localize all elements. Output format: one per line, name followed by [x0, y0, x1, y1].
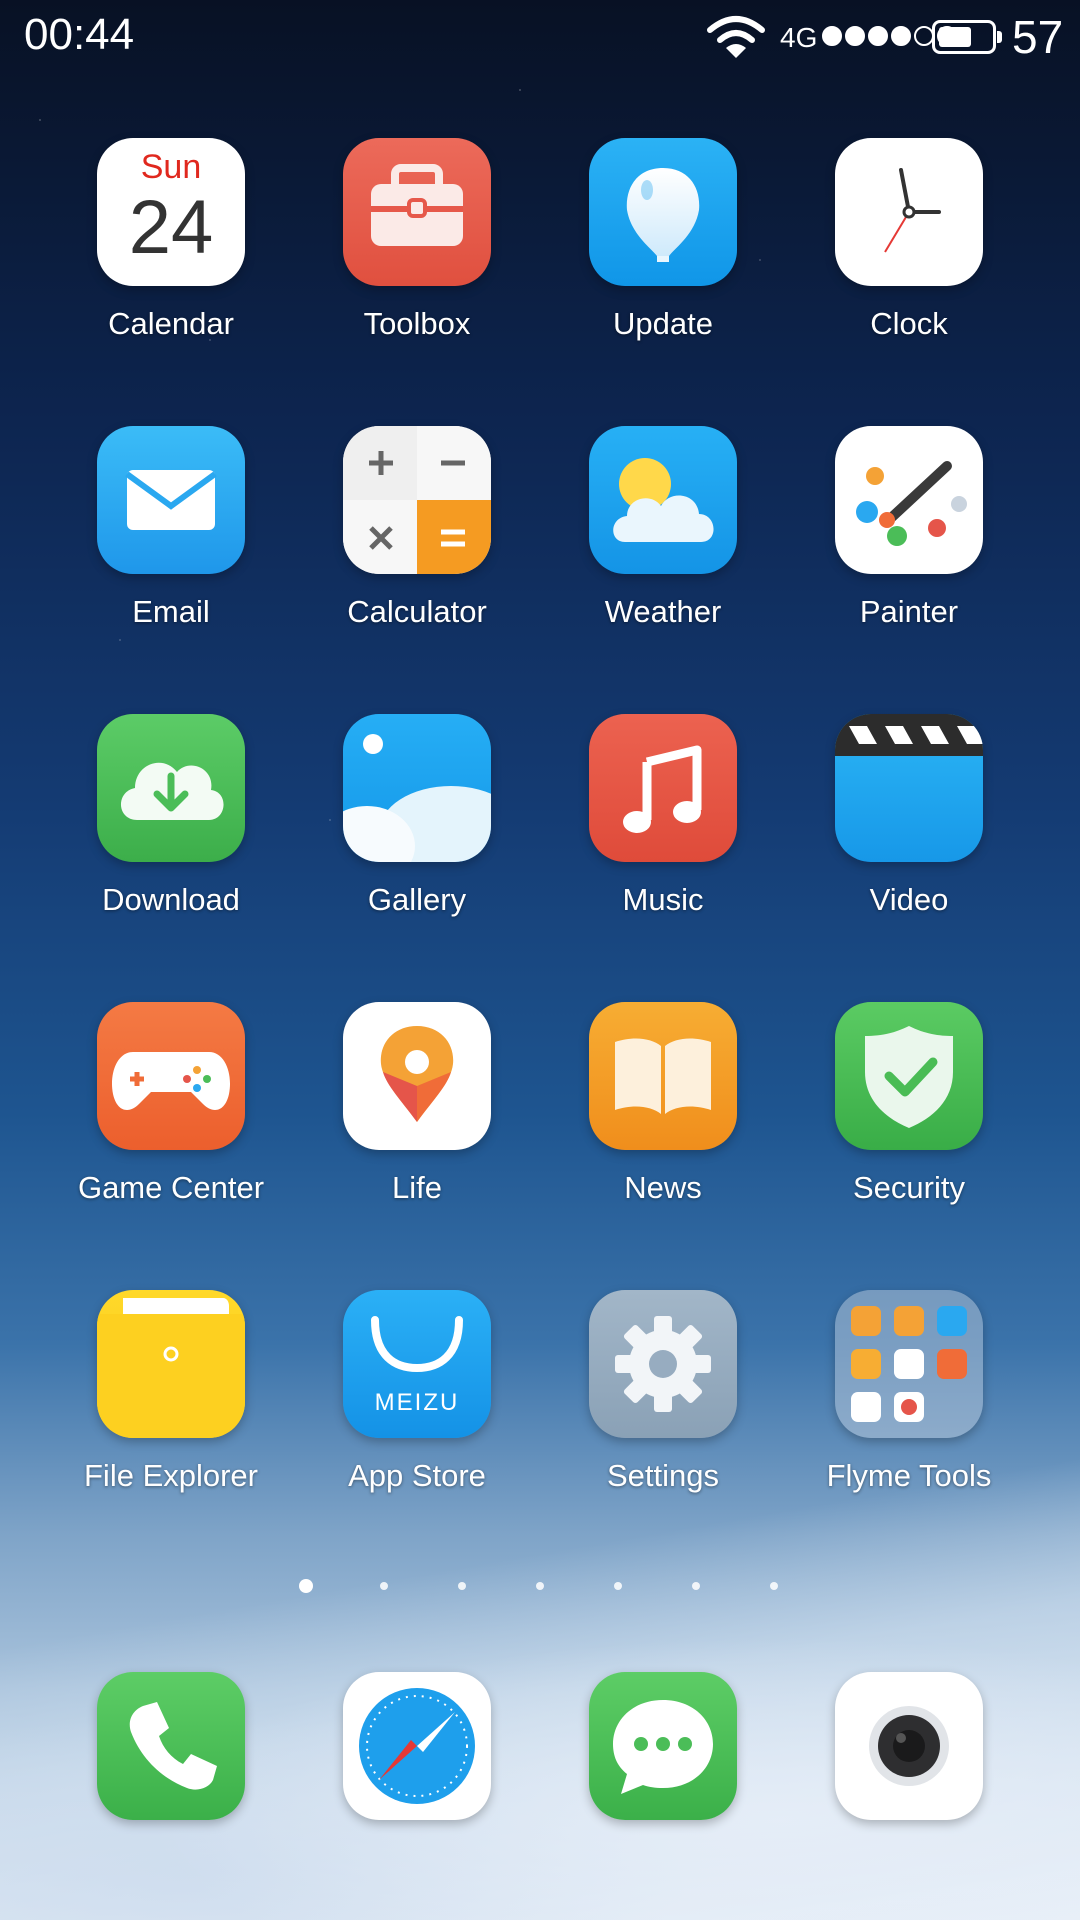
- app-news[interactable]: News: [540, 1002, 786, 1290]
- cloud-download-icon: [97, 714, 245, 862]
- gallery-icon: [343, 714, 491, 862]
- status-bar: 00:44 4G 57: [0, 0, 1080, 72]
- app-label: Video: [869, 882, 949, 917]
- app-label: Security: [853, 1170, 965, 1205]
- battery-level: 57: [1012, 11, 1064, 63]
- page-dot-active[interactable]: [299, 1579, 313, 1593]
- meizu-logo-text: MEIZU: [375, 1389, 460, 1416]
- briefcase-icon: [343, 138, 491, 286]
- chat-bubble-icon: [589, 1672, 737, 1820]
- sun-cloud-icon: [589, 426, 737, 574]
- balloon-icon: [589, 138, 737, 286]
- app-label: Calendar: [108, 306, 234, 341]
- open-book-icon: [589, 1002, 737, 1150]
- app-email[interactable]: Email: [48, 426, 294, 714]
- app-video[interactable]: Video: [786, 714, 1032, 1002]
- signal-dot: [914, 26, 934, 46]
- status-time: 00:44: [24, 10, 135, 59]
- app-label: Download: [102, 882, 240, 917]
- page-dot[interactable]: [380, 1582, 388, 1590]
- app-app-store[interactable]: MEIZU App Store: [294, 1290, 540, 1578]
- app-label: Game Center: [77, 1170, 265, 1205]
- compass-icon: [343, 1672, 491, 1820]
- app-calendar[interactable]: Sun 24 Calendar: [48, 138, 294, 426]
- network-type: 4G: [780, 22, 818, 53]
- app-gallery[interactable]: Gallery: [294, 714, 540, 1002]
- app-label: Painter: [859, 594, 959, 629]
- music-note-icon: [589, 714, 737, 862]
- app-label: Weather: [604, 594, 722, 629]
- app-label: Email: [132, 594, 210, 629]
- wifi-icon: [706, 14, 766, 60]
- calendar-icon: Sun 24: [97, 138, 245, 286]
- signal-dot: [868, 26, 888, 46]
- app-label: Gallery: [367, 882, 467, 917]
- page-dot[interactable]: [770, 1582, 778, 1590]
- app-weather[interactable]: Weather: [540, 426, 786, 714]
- shield-check-icon: [835, 1002, 983, 1150]
- app-label: Music: [622, 882, 704, 917]
- app-label: Flyme Tools: [826, 1458, 992, 1493]
- shopping-bag-icon: MEIZU: [343, 1290, 491, 1438]
- app-security[interactable]: Security: [786, 1002, 1032, 1290]
- camera-lens-icon: [835, 1672, 983, 1820]
- app-clock[interactable]: Clock: [786, 138, 1032, 426]
- app-label: Update: [613, 306, 713, 341]
- app-label: Calculator: [347, 594, 487, 629]
- app-label: Settings: [606, 1458, 719, 1493]
- signal-dot: [822, 26, 842, 46]
- app-download[interactable]: Download: [48, 714, 294, 1002]
- calendar-date: 24: [128, 185, 214, 270]
- app-grid: Sun 24 Calendar Toolbox Update Clock Ema…: [0, 138, 1080, 1578]
- dock-messages[interactable]: [540, 1672, 786, 1820]
- app-label: News: [624, 1170, 702, 1205]
- folder-icon: [97, 1290, 245, 1438]
- location-pin-icon: [343, 1002, 491, 1150]
- gamepad-icon: [97, 1002, 245, 1150]
- app-music[interactable]: Music: [540, 714, 786, 1002]
- dock: [0, 1672, 1080, 1820]
- envelope-icon: [97, 426, 245, 574]
- page-dot[interactable]: [536, 1582, 544, 1590]
- app-folder-icon: [835, 1290, 983, 1438]
- calculator-icon: [343, 426, 491, 574]
- app-label: Clock: [870, 306, 948, 341]
- paint-brush-icon: [835, 426, 983, 574]
- app-game-center[interactable]: Game Center: [48, 1002, 294, 1290]
- app-label: Toolbox: [363, 306, 471, 341]
- app-file-explorer[interactable]: File Explorer: [48, 1290, 294, 1578]
- battery-icon: [932, 20, 1002, 54]
- app-life[interactable]: Life: [294, 1002, 540, 1290]
- gear-icon: [589, 1290, 737, 1438]
- page-dot[interactable]: [692, 1582, 700, 1590]
- app-label: App Store: [348, 1458, 486, 1493]
- clock-icon: [835, 138, 983, 286]
- app-label: File Explorer: [84, 1458, 258, 1493]
- dock-browser[interactable]: [294, 1672, 540, 1820]
- page-indicator: [0, 1576, 1080, 1596]
- app-label: Life: [392, 1170, 442, 1205]
- page-dot[interactable]: [458, 1582, 466, 1590]
- dock-phone[interactable]: [48, 1672, 294, 1820]
- calendar-day: Sun: [140, 148, 202, 186]
- app-update[interactable]: Update: [540, 138, 786, 426]
- signal-dot: [891, 26, 911, 46]
- app-calculator[interactable]: Calculator: [294, 426, 540, 714]
- app-settings[interactable]: Settings: [540, 1290, 786, 1578]
- app-toolbox[interactable]: Toolbox: [294, 138, 540, 426]
- clapperboard-icon: [835, 714, 983, 862]
- phone-icon: [97, 1672, 245, 1820]
- app-flyme-tools[interactable]: Flyme Tools: [786, 1290, 1032, 1578]
- dock-camera[interactable]: [786, 1672, 1032, 1820]
- page-dot[interactable]: [614, 1582, 622, 1590]
- app-painter[interactable]: Painter: [786, 426, 1032, 714]
- signal-dot: [845, 26, 865, 46]
